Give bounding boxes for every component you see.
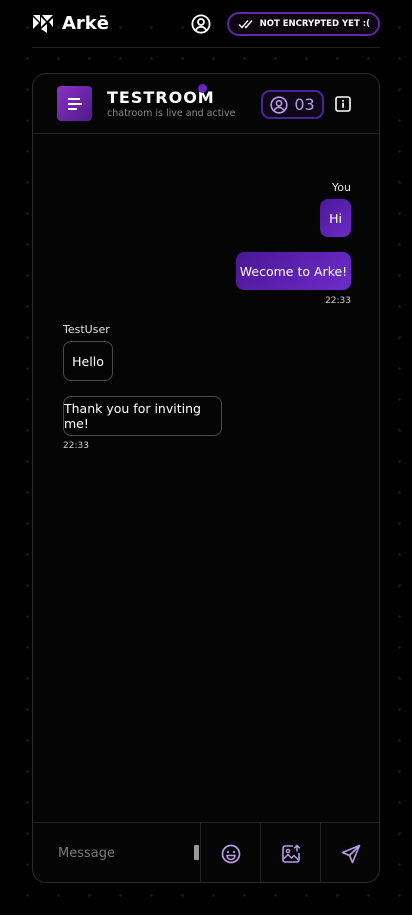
message-input[interactable] xyxy=(33,823,200,882)
room-menu-button[interactable] xyxy=(57,86,92,121)
outgoing-message[interactable]: Hi xyxy=(320,199,351,237)
room-subtitle: chatroom is live and active xyxy=(107,107,236,119)
room-info: TESTROOM chatroom is live and active xyxy=(107,83,236,119)
incoming-message[interactable]: Hello xyxy=(63,341,113,381)
double-check-icon xyxy=(238,19,253,29)
room-title: TESTROOM xyxy=(107,87,215,107)
outgoing-message[interactable]: Wecome to Arke! xyxy=(236,252,351,290)
members-button[interactable]: 03 xyxy=(261,90,324,119)
arke-logo-icon xyxy=(33,14,53,33)
info-icon xyxy=(335,96,351,112)
brand[interactable]: Arkē xyxy=(32,13,109,34)
profile-button[interactable] xyxy=(191,13,211,34)
app-name: Arkē xyxy=(62,13,109,34)
message-sender: TestUser xyxy=(63,323,110,336)
incoming-message[interactable]: Thank you for inviting me! xyxy=(63,396,222,436)
user-circle-icon xyxy=(191,13,211,34)
chat-card: TESTROOM chatroom is live and active 03 … xyxy=(32,73,380,883)
menu-lines-icon xyxy=(67,97,82,110)
live-indicator-dot xyxy=(198,83,207,93)
emoji-button[interactable] xyxy=(200,823,260,882)
room-info-button[interactable] xyxy=(335,96,351,112)
message-list[interactable]: You Hi Wecome to Arke! 22:33 TestUser He… xyxy=(33,134,379,822)
emoji-icon xyxy=(221,844,240,863)
send-icon xyxy=(341,844,360,863)
image-upload-button[interactable] xyxy=(260,823,320,882)
send-button[interactable] xyxy=(320,823,379,882)
message-timestamp: 22:33 xyxy=(63,441,89,451)
top-bar: Arkē NOT ENCRYPTED YET :( xyxy=(32,0,380,48)
encryption-status-badge[interactable]: NOT ENCRYPTED YET :( xyxy=(226,11,380,36)
message-composer xyxy=(33,822,379,882)
users-icon xyxy=(270,95,288,114)
encryption-status-text: NOT ENCRYPTED YET :( xyxy=(259,18,370,29)
image-upload-icon xyxy=(281,843,300,863)
chat-header: TESTROOM chatroom is live and active 03 xyxy=(33,74,379,134)
member-count: 03 xyxy=(294,95,315,114)
input-scrollbar xyxy=(194,845,199,860)
message-timestamp: 22:33 xyxy=(325,296,351,306)
message-sender: You xyxy=(332,181,351,194)
